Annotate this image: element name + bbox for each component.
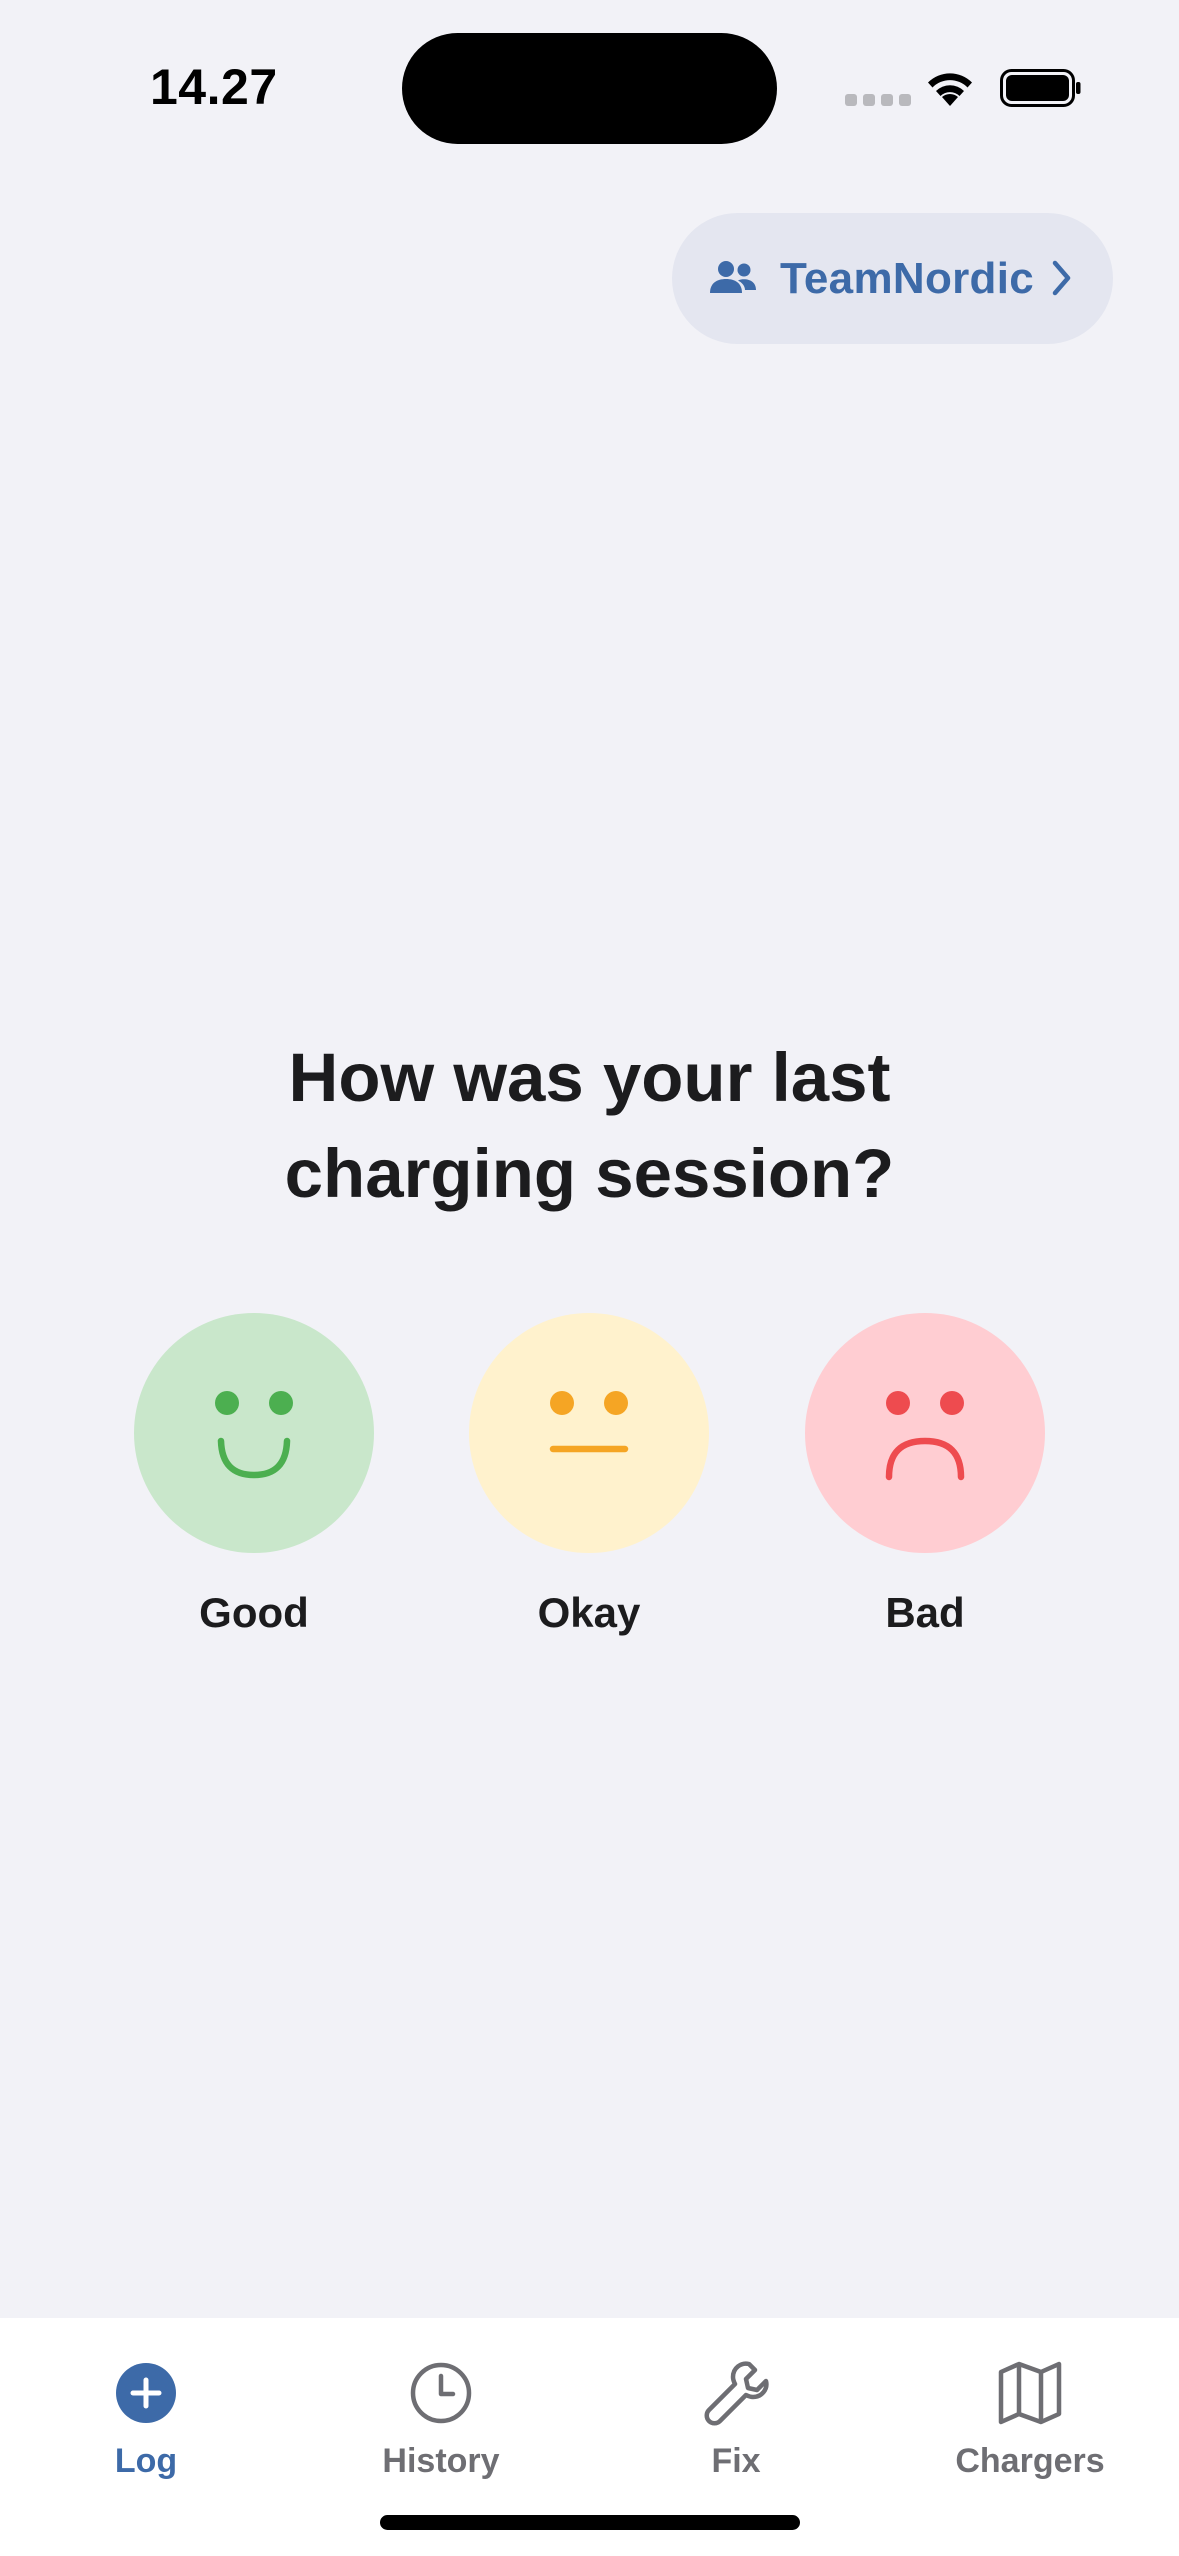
dynamic-island — [402, 33, 777, 144]
people-icon — [710, 260, 756, 293]
tab-fix[interactable]: Fix — [616, 2358, 856, 2481]
tab-chargers[interactable]: Chargers — [910, 2358, 1150, 2481]
battery-icon — [1000, 69, 1081, 107]
session-question: How was your last charging session? — [0, 1030, 1179, 1222]
happy-face-icon — [134, 1313, 374, 1553]
sad-face-icon — [805, 1313, 1045, 1553]
tab-history[interactable]: History — [321, 2358, 561, 2481]
tab-fix-label: Fix — [711, 2442, 761, 2480]
status-time: 14.27 — [150, 59, 278, 115]
app-screen: 14.27 TeamNordic How was your last charg… — [0, 0, 1179, 2556]
rating-good-label: Good — [199, 1589, 309, 1636]
tab-chargers-label: Chargers — [955, 2442, 1105, 2480]
team-selector-button[interactable]: TeamNordic — [672, 213, 1113, 344]
rating-good-button[interactable]: Good — [134, 1313, 374, 1637]
wrench-icon — [704, 2361, 769, 2426]
neutral-face-icon — [469, 1313, 709, 1553]
cellular-signal-icon — [845, 94, 911, 106]
rating-bad-button[interactable]: Bad — [805, 1313, 1045, 1637]
plus-circle-icon — [116, 2363, 176, 2423]
question-line-2: charging session? — [284, 1135, 895, 1212]
rating-okay-label: Okay — [537, 1589, 641, 1636]
question-line-1: How was your last — [288, 1039, 891, 1116]
rating-okay-button[interactable]: Okay — [469, 1313, 709, 1637]
tab-history-label: History — [382, 2442, 500, 2480]
clock-icon — [410, 2362, 472, 2424]
tab-log[interactable]: Log — [26, 2358, 266, 2481]
chevron-right-icon — [1052, 260, 1071, 296]
home-indicator[interactable] — [380, 2515, 800, 2530]
rating-bad-label: Bad — [885, 1589, 965, 1636]
team-name: TeamNordic — [780, 253, 1035, 303]
wifi-icon — [928, 73, 972, 106]
map-icon — [998, 2361, 1062, 2425]
tab-log-label: Log — [114, 2442, 178, 2480]
